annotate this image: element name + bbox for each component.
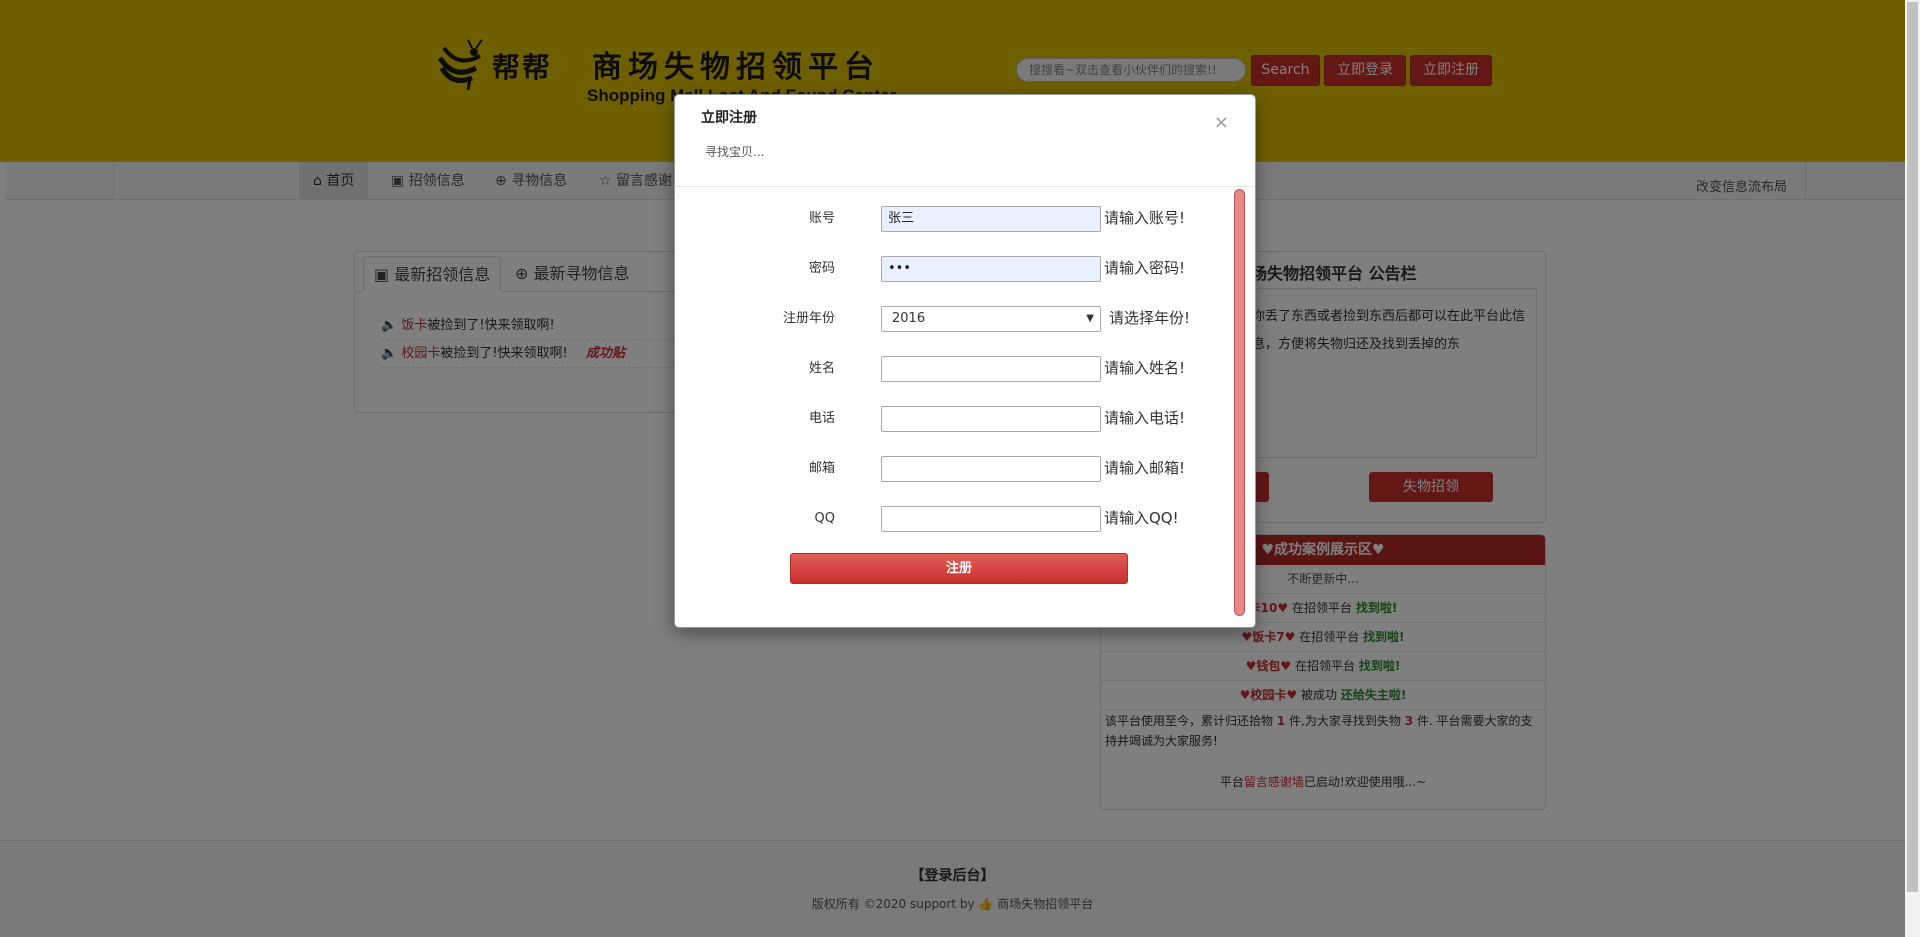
page-scrollbar-thumb[interactable] bbox=[1907, 2, 1918, 892]
account-field[interactable]: 张三 bbox=[881, 206, 1101, 232]
modal-subtitle: 寻找宝贝... bbox=[705, 145, 765, 159]
form-row-password: 密码 ••• 请输入密码! bbox=[675, 256, 1235, 282]
form-row-account: 账号 张三 请输入账号! bbox=[675, 206, 1235, 232]
phone-label: 电话 bbox=[808, 411, 835, 426]
password-field[interactable]: ••• bbox=[881, 256, 1101, 282]
password-hint: 请输入密码! bbox=[1104, 259, 1186, 277]
name-hint: 请输入姓名! bbox=[1104, 359, 1186, 377]
qq-hint: 请输入QQ! bbox=[1104, 509, 1179, 527]
form-row-email: 邮箱 请输入邮箱! bbox=[675, 456, 1235, 482]
phone-hint: 请输入电话! bbox=[1104, 409, 1186, 427]
account-hint: 请输入账号! bbox=[1104, 209, 1186, 227]
email-label: 邮箱 bbox=[808, 461, 835, 476]
modal-title: 立即注册 bbox=[701, 110, 757, 126]
year-select-value: 2016 bbox=[892, 311, 926, 326]
register-modal: 立即注册 寻找宝贝... × 账号 张三 请输入账号! 密码 ••• 请输入密码… bbox=[674, 94, 1256, 628]
name-field[interactable] bbox=[881, 356, 1101, 382]
form-row-name: 姓名 请输入姓名! bbox=[675, 356, 1235, 382]
name-label: 姓名 bbox=[808, 361, 835, 376]
year-select[interactable]: 2016 ▼ bbox=[881, 306, 1101, 332]
qq-label: QQ bbox=[814, 511, 835, 526]
qq-field[interactable] bbox=[881, 506, 1101, 532]
form-row-year: 注册年份 2016 ▼ 请选择年份! bbox=[675, 306, 1235, 332]
phone-field[interactable] bbox=[881, 406, 1101, 432]
close-icon[interactable]: × bbox=[1214, 114, 1229, 132]
email-field[interactable] bbox=[881, 456, 1101, 482]
register-submit-button[interactable]: 注册 bbox=[790, 553, 1128, 584]
account-label: 账号 bbox=[808, 211, 835, 226]
caret-down-icon: ▼ bbox=[1086, 313, 1094, 324]
modal-header: 立即注册 寻找宝贝... × bbox=[675, 95, 1255, 187]
page-scrollbar[interactable] bbox=[1905, 0, 1920, 937]
email-hint: 请输入邮箱! bbox=[1104, 459, 1186, 477]
form-row-qq: QQ 请输入QQ! bbox=[675, 506, 1235, 532]
year-label: 注册年份 bbox=[782, 311, 835, 326]
modal-scrollbar[interactable] bbox=[1234, 189, 1245, 616]
form-row-phone: 电话 请输入电话! bbox=[675, 406, 1235, 432]
password-label: 密码 bbox=[808, 261, 835, 276]
year-hint: 请选择年份! bbox=[1109, 309, 1191, 327]
